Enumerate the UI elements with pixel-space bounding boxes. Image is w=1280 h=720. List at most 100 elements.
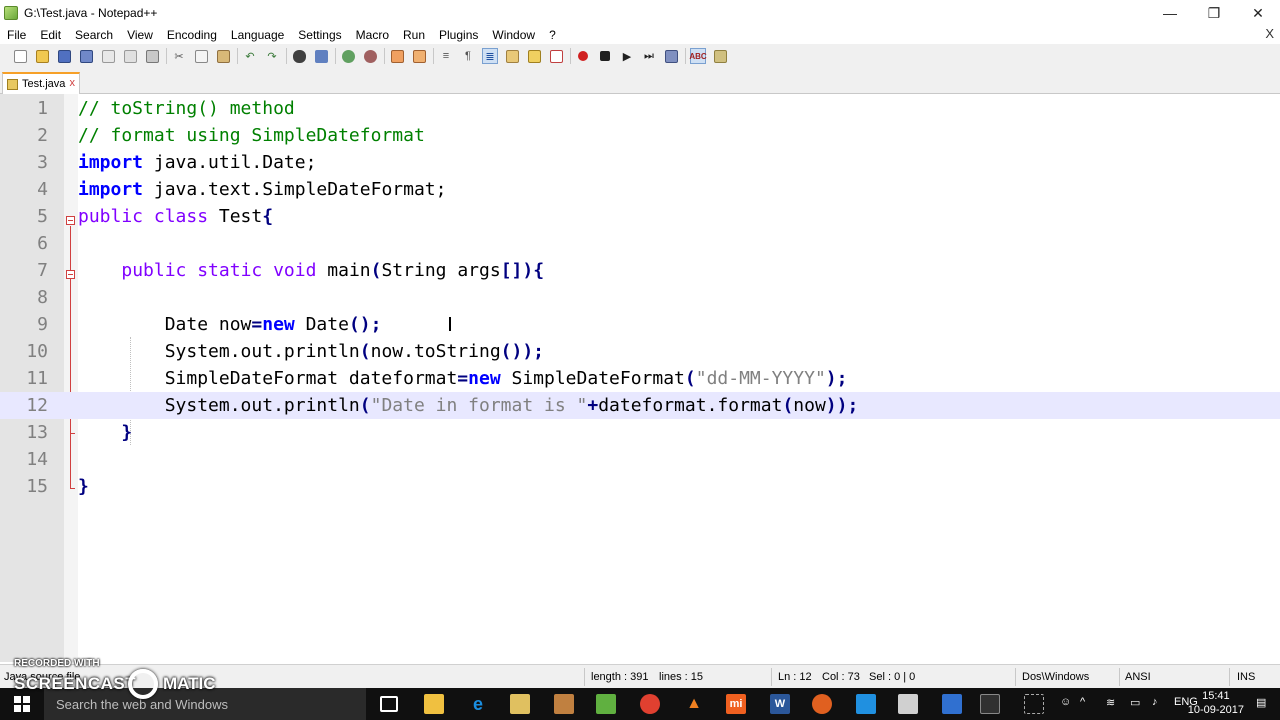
menu-language[interactable]: Language [224, 28, 291, 42]
new-file-icon[interactable] [12, 48, 28, 64]
record-macro-icon[interactable] [575, 48, 591, 64]
show-all-characters-icon[interactable]: ¶ [460, 48, 476, 64]
close-document-button[interactable]: X [1265, 26, 1274, 41]
skype-icon[interactable] [856, 694, 876, 714]
code-token: ( [359, 395, 371, 416]
paste-icon[interactable] [215, 48, 231, 64]
store-icon[interactable] [510, 694, 530, 714]
document-map-icon[interactable] [526, 48, 542, 64]
code-line[interactable]: 2 // format using SimpleDateformat [0, 122, 1280, 149]
word-icon[interactable]: W [770, 694, 790, 714]
tab-close-icon[interactable]: x [70, 77, 76, 89]
menu-help[interactable]: ? [542, 28, 563, 42]
code-token: Test [208, 206, 263, 227]
snipping-tool-icon[interactable] [1024, 694, 1044, 714]
sync-vertical-icon[interactable] [389, 48, 405, 64]
word-wrap-icon[interactable]: ≡ [438, 48, 454, 64]
menu-view[interactable]: View [120, 28, 160, 42]
run-macro-multiple-icon[interactable]: ⏭ [641, 48, 657, 64]
file-explorer-icon[interactable] [424, 694, 444, 714]
indent-guide-icon[interactable]: ≣ [482, 48, 498, 64]
code-line[interactable]: 15} [0, 473, 1280, 500]
code-line[interactable]: 4 import java.text.SimpleDateFormat; [0, 176, 1280, 203]
spell-check-icon[interactable]: ABC [689, 48, 707, 64]
replace-icon[interactable] [313, 48, 329, 64]
chrome-icon[interactable] [640, 694, 660, 714]
code-token: String args [381, 260, 501, 281]
code-line[interactable]: 12 System.out.println("Date in format is… [0, 392, 1280, 419]
stop-recording-icon[interactable] [597, 48, 613, 64]
window-app-icon[interactable] [898, 694, 918, 714]
zoom-in-icon[interactable] [340, 48, 356, 64]
toolbar-separator [685, 48, 686, 64]
mi-app-icon[interactable]: mi [726, 694, 746, 714]
menu-window[interactable]: Window [485, 28, 542, 42]
tray-overflow-icon[interactable]: ^ [1080, 696, 1085, 708]
code-line[interactable]: 14 [0, 446, 1280, 473]
menu-run[interactable]: Run [396, 28, 432, 42]
code-line[interactable]: 7 public static void main(String args[])… [0, 257, 1280, 284]
plugin-icon[interactable] [712, 48, 728, 64]
menu-settings[interactable]: Settings [291, 28, 348, 42]
code-line[interactable]: 11 SimpleDateFormat dateformat=new Simpl… [0, 365, 1280, 392]
edge-browser-icon[interactable]: e [468, 694, 488, 714]
find-icon[interactable] [291, 48, 307, 64]
code-line[interactable]: 6 [0, 230, 1280, 257]
tab-test-java[interactable]: Test.java x [2, 72, 80, 94]
code-line[interactable]: 3 import java.util.Date; [0, 149, 1280, 176]
command-prompt-icon[interactable] [980, 694, 1000, 714]
title-bar: G:\Test.java - Notepad++ — ❐ ✕ [0, 0, 1280, 26]
notepad-plus-plus-taskbar-icon[interactable] [596, 694, 616, 714]
playback-macro-icon[interactable]: ▶ [619, 48, 635, 64]
menu-edit[interactable]: Edit [33, 28, 68, 42]
status-divider [1229, 668, 1230, 686]
code-line[interactable]: 5 public class Test{ [0, 203, 1280, 230]
task-view-icon[interactable] [380, 696, 398, 712]
code-editor[interactable]: 1 // toString() method 2 // format using Si… [0, 94, 1280, 662]
open-file-icon[interactable] [34, 48, 50, 64]
function-list-icon[interactable] [548, 48, 564, 64]
screencast-logo-icon [128, 669, 158, 699]
code-line[interactable]: 9 Date now=new Date(); [0, 311, 1280, 338]
close-file-icon[interactable] [100, 48, 116, 64]
code-line[interactable]: 8 [0, 284, 1280, 311]
save-icon[interactable] [56, 48, 72, 64]
line-number: 4 [37, 179, 48, 200]
code-token: SimpleDateFormat [500, 368, 685, 389]
system-clock[interactable]: 15:41 10-09-2017 [1188, 689, 1244, 717]
save-all-icon[interactable] [78, 48, 94, 64]
minimize-button[interactable]: — [1148, 0, 1192, 26]
app-icon[interactable] [554, 694, 574, 714]
print-icon[interactable] [144, 48, 160, 64]
firefox-icon[interactable] [812, 694, 832, 714]
menu-file[interactable]: File [0, 28, 33, 42]
notifications-icon[interactable]: ▤ [1256, 696, 1266, 709]
menu-search[interactable]: Search [68, 28, 120, 42]
close-button[interactable]: ✕ [1236, 0, 1280, 26]
volume-icon[interactable]: ♪ [1152, 696, 1158, 708]
wifi-icon[interactable]: ≋ [1106, 696, 1115, 709]
menu-macro[interactable]: Macro [349, 28, 396, 42]
vlc-icon[interactable]: ▲ [684, 694, 704, 714]
code-token: )); [825, 395, 859, 416]
battery-icon[interactable]: ▭ [1130, 696, 1140, 709]
copy-icon[interactable] [193, 48, 209, 64]
code-line[interactable]: 1 // toString() method [0, 95, 1280, 122]
restore-button[interactable]: ❐ [1192, 0, 1236, 26]
user-defined-language-icon[interactable] [504, 48, 520, 64]
zoom-out-icon[interactable] [362, 48, 378, 64]
save-macro-icon[interactable] [663, 48, 679, 64]
toolbar-separator [570, 48, 571, 64]
people-icon[interactable]: ☺ [1060, 696, 1071, 708]
undo-icon[interactable]: ↶ [242, 48, 258, 64]
notepad-plus-plus-icon [4, 6, 18, 20]
close-all-icon[interactable] [122, 48, 138, 64]
menu-encoding[interactable]: Encoding [160, 28, 224, 42]
sync-horizontal-icon[interactable] [411, 48, 427, 64]
edit-app-icon[interactable] [942, 694, 962, 714]
cut-icon[interactable]: ✂ [171, 48, 187, 64]
code-line[interactable]: 13 } [0, 419, 1280, 446]
code-line[interactable]: 10 System.out.println(now.toString()); [0, 338, 1280, 365]
redo-icon[interactable]: ↷ [264, 48, 280, 64]
menu-plugins[interactable]: Plugins [432, 28, 485, 42]
